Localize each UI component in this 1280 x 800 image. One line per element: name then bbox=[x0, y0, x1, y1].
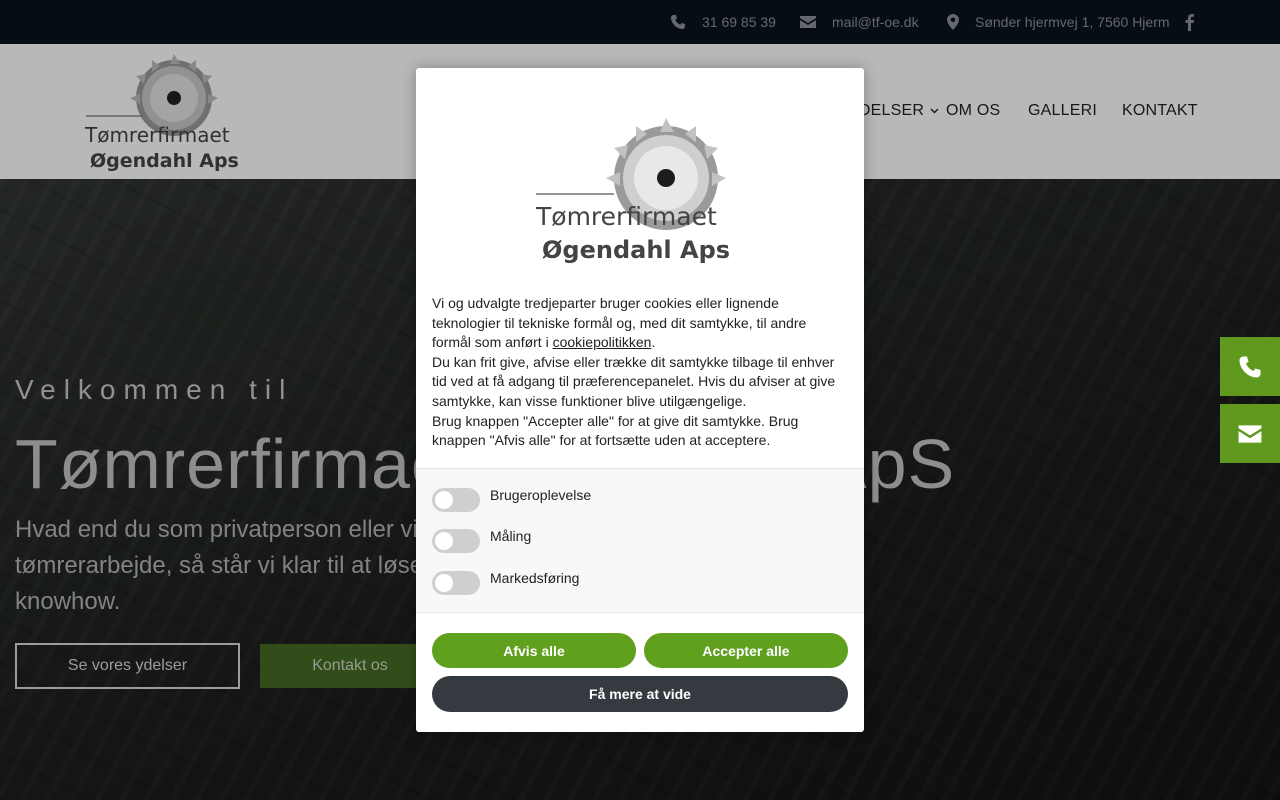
toggle-label: Brugeroplevelse bbox=[490, 487, 592, 503]
consent-toggles: Brugeroplevelse Måling Markedsføring bbox=[416, 468, 864, 613]
dialog-logo-line1: Tømrerfirmaet bbox=[535, 202, 717, 231]
toggle-row-maaling: Måling bbox=[432, 528, 531, 553]
toggle-row-markedsfoering: Markedsføring bbox=[432, 570, 579, 595]
phone-icon bbox=[1239, 356, 1261, 377]
reject-all-button[interactable]: Afvis alle bbox=[432, 633, 636, 668]
markedsfoering-toggle[interactable] bbox=[432, 571, 480, 595]
cookie-description: Vi og udvalgte tredjeparter bruger cooki… bbox=[432, 295, 836, 449]
maaling-toggle[interactable] bbox=[432, 529, 480, 553]
toggle-row-brugeroplevelse: Brugeroplevelse bbox=[432, 487, 591, 512]
side-mail-button[interactable] bbox=[1220, 404, 1280, 463]
learn-more-button[interactable]: Få mere at vide bbox=[432, 676, 848, 712]
accept-all-button[interactable]: Accepter alle bbox=[644, 633, 848, 668]
company-logo: Tømrerfirmaet Øgendahl Aps bbox=[534, 118, 740, 268]
cookie-consent-dialog: Tømrerfirmaet Øgendahl Aps Vi og udvalgt… bbox=[416, 68, 864, 732]
toggle-label: Markedsføring bbox=[490, 570, 580, 586]
brugeroplevelse-toggle[interactable] bbox=[432, 488, 480, 512]
toggle-label: Måling bbox=[490, 528, 532, 544]
envelope-icon bbox=[1238, 424, 1262, 443]
cookie-policy-link[interactable]: cookiepolitikken bbox=[553, 334, 652, 350]
side-phone-button[interactable] bbox=[1220, 337, 1280, 396]
dialog-logo-line2: Øgendahl Aps bbox=[542, 236, 730, 264]
